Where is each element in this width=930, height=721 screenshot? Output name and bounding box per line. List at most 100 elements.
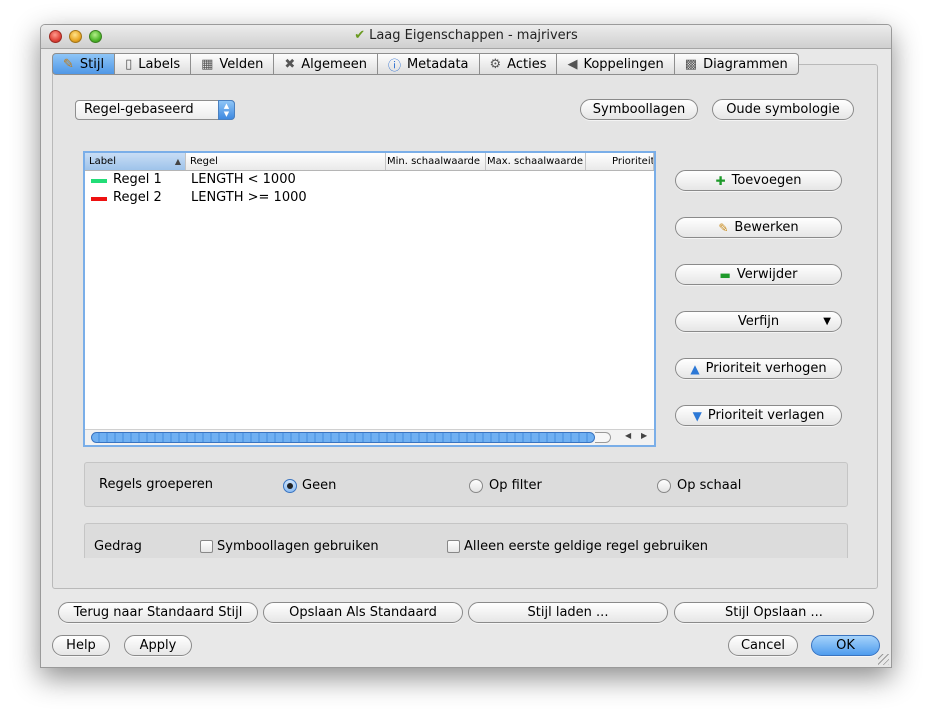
tab-algemeen[interactable]: ✖ Algemeen bbox=[274, 53, 378, 75]
apply-button[interactable]: Apply bbox=[124, 635, 192, 656]
radio-label-filter[interactable]: Op filter bbox=[489, 478, 542, 493]
join-icon: ◀ bbox=[567, 56, 578, 72]
renderer-select[interactable]: Regel-gebaseerd ▲ ▼ bbox=[75, 100, 235, 120]
sort-ascending-icon: ▲ bbox=[174, 157, 181, 166]
window-title: Laag Eigenschappen - majrivers bbox=[369, 28, 578, 43]
arrow-up-icon: ▲ bbox=[690, 361, 700, 376]
column-title: Min. schaalwaarde bbox=[387, 156, 481, 167]
button-label: Cancel bbox=[740, 638, 786, 653]
button-label: Stijl Opslaan ... bbox=[725, 605, 823, 620]
button-label: Prioriteit verhogen bbox=[705, 361, 827, 376]
save-as-default-button[interactable]: Opslaan Als Standaard bbox=[263, 602, 463, 623]
chevron-down-icon: ▼ bbox=[823, 316, 831, 327]
tab-label: Velden bbox=[219, 56, 264, 72]
use-symbol-levels-checkbox[interactable] bbox=[200, 540, 213, 553]
table-row[interactable]: Regel 2 LENGTH >= 1000 bbox=[85, 189, 654, 207]
rule-color-swatch bbox=[91, 179, 107, 183]
radio-group-by-filter[interactable] bbox=[469, 479, 483, 493]
tab-label: Algemeen bbox=[301, 56, 367, 72]
title-bar[interactable]: ✔ Laag Eigenschappen - majrivers bbox=[41, 25, 891, 49]
ok-button[interactable]: OK bbox=[811, 635, 880, 656]
column-title: Regel bbox=[190, 156, 218, 167]
radio-label-scale[interactable]: Op schaal bbox=[677, 478, 741, 493]
button-label: Help bbox=[66, 638, 96, 653]
help-button[interactable]: Help bbox=[52, 635, 110, 656]
button-label: Opslaan Als Standaard bbox=[289, 605, 437, 620]
first-rule-only-checkbox[interactable] bbox=[447, 540, 460, 553]
remove-rule-button[interactable]: ▬ Verwijder bbox=[675, 264, 842, 285]
rule-expression: LENGTH < 1000 bbox=[191, 172, 296, 187]
arrow-down-icon: ▼ bbox=[692, 408, 702, 423]
tab-diagrammen[interactable]: ▩ Diagrammen bbox=[674, 53, 799, 75]
qgis-logo-icon: ✔ bbox=[354, 28, 366, 43]
edit-rule-button[interactable]: ✎ Bewerken bbox=[675, 217, 842, 238]
tab-velden[interactable]: ▦ Velden bbox=[191, 53, 275, 75]
refine-rule-button[interactable]: Verfijn ▼ bbox=[675, 311, 842, 332]
button-label: Stijl laden ... bbox=[527, 605, 609, 620]
column-header-priority[interactable]: Prioriteit bbox=[586, 153, 654, 170]
label-icon: ▯ bbox=[125, 56, 133, 72]
tab-label: Diagrammen bbox=[703, 56, 788, 72]
scrollbar-track-end bbox=[595, 432, 611, 443]
table-row[interactable]: Regel 1 LENGTH < 1000 bbox=[85, 171, 654, 189]
use-symbol-levels-label[interactable]: Symboollagen gebruiken bbox=[217, 539, 379, 554]
cancel-button[interactable]: Cancel bbox=[728, 635, 798, 656]
tab-label: Stijl bbox=[79, 56, 105, 72]
column-header-rule[interactable]: Regel bbox=[186, 153, 386, 170]
behavior-group: Gedrag Symboollagen gebruiken Alleen eer… bbox=[84, 523, 848, 558]
horizontal-scrollbar[interactable]: ◀ ▶ bbox=[85, 429, 654, 445]
button-label: Oude symbologie bbox=[726, 102, 840, 117]
resize-grip-icon[interactable] bbox=[878, 654, 889, 665]
tab-label: Labels bbox=[138, 56, 181, 72]
tools-icon: ✖ bbox=[284, 56, 296, 72]
scrollbar-thumb[interactable] bbox=[91, 432, 595, 443]
column-header-label[interactable]: Label ▲ bbox=[85, 153, 186, 170]
load-style-button[interactable]: Stijl laden ... bbox=[468, 602, 668, 623]
reset-default-style-button[interactable]: Terug naar Standaard Stijl bbox=[58, 602, 258, 623]
grouping-label: Regels groeperen bbox=[99, 477, 214, 492]
paintbrush-icon: ✎ bbox=[63, 56, 74, 72]
plus-icon: ✚ bbox=[715, 173, 726, 188]
button-label: Prioriteit verlagen bbox=[707, 408, 825, 423]
symbol-levels-button[interactable]: Symboollagen bbox=[580, 99, 698, 120]
chart-icon: ▩ bbox=[684, 56, 698, 72]
rule-expression: LENGTH >= 1000 bbox=[191, 190, 307, 205]
lower-priority-button[interactable]: ▼ Prioriteit verlagen bbox=[675, 405, 842, 426]
column-title: Max. schaalwaarde bbox=[487, 156, 583, 167]
scroll-left-arrow-icon[interactable]: ◀ bbox=[625, 431, 631, 440]
table-icon: ▦ bbox=[201, 56, 214, 72]
renderer-select-value: Regel-gebaseerd bbox=[84, 102, 194, 117]
select-arrows-icon: ▲ ▼ bbox=[218, 100, 235, 120]
rule-color-swatch bbox=[91, 197, 107, 201]
tab-metadata[interactable]: ⓘ Metadata bbox=[377, 53, 480, 75]
button-label: Verwijder bbox=[736, 267, 798, 282]
button-label: Bewerken bbox=[734, 220, 799, 235]
column-title: Prioriteit bbox=[612, 156, 654, 167]
rule-label: Regel 1 bbox=[113, 172, 162, 187]
column-header-max-scale[interactable]: Max. schaalwaarde bbox=[486, 153, 586, 170]
tab-label: Metadata bbox=[406, 56, 469, 72]
scroll-right-arrow-icon[interactable]: ▶ bbox=[641, 431, 647, 440]
radio-group-none[interactable] bbox=[283, 479, 297, 493]
rules-table[interactable]: Label ▲ Regel Min. schaalwaarde Max. scha… bbox=[83, 151, 656, 447]
tab-bar: ✎ Stijl ▯ Labels ▦ Velden ✖ Algemeen ⓘ Metada… bbox=[52, 53, 799, 75]
tab-labels[interactable]: ▯ Labels bbox=[115, 53, 192, 75]
column-header-min-scale[interactable]: Min. schaalwaarde bbox=[386, 153, 486, 170]
old-symbology-button[interactable]: Oude symbologie bbox=[712, 99, 854, 120]
tab-acties[interactable]: ⚙ Acties bbox=[479, 53, 558, 75]
radio-group-by-scale[interactable] bbox=[657, 479, 671, 493]
save-style-button[interactable]: Stijl Opslaan ... bbox=[674, 602, 874, 623]
add-rule-button[interactable]: ✚ Toevoegen bbox=[675, 170, 842, 191]
rules-table-header: Label ▲ Regel Min. schaalwaarde Max. scha… bbox=[85, 153, 654, 171]
tab-stijl[interactable]: ✎ Stijl bbox=[52, 53, 116, 75]
radio-label-none[interactable]: Geen bbox=[302, 478, 336, 493]
info-icon: ⓘ bbox=[387, 58, 401, 74]
tab-label: Koppelingen bbox=[583, 56, 664, 72]
button-label: Toevoegen bbox=[731, 173, 802, 188]
button-label: Terug naar Standaard Stijl bbox=[73, 605, 243, 620]
layer-properties-dialog: ✔ Laag Eigenschappen - majrivers ✎ Stijl ▯… bbox=[40, 24, 892, 668]
tab-koppelingen[interactable]: ◀ Koppelingen bbox=[557, 53, 675, 75]
button-label: Apply bbox=[139, 638, 177, 653]
raise-priority-button[interactable]: ▲ Prioriteit verhogen bbox=[675, 358, 842, 379]
first-rule-only-label[interactable]: Alleen eerste geldige regel gebruiken bbox=[464, 539, 708, 554]
